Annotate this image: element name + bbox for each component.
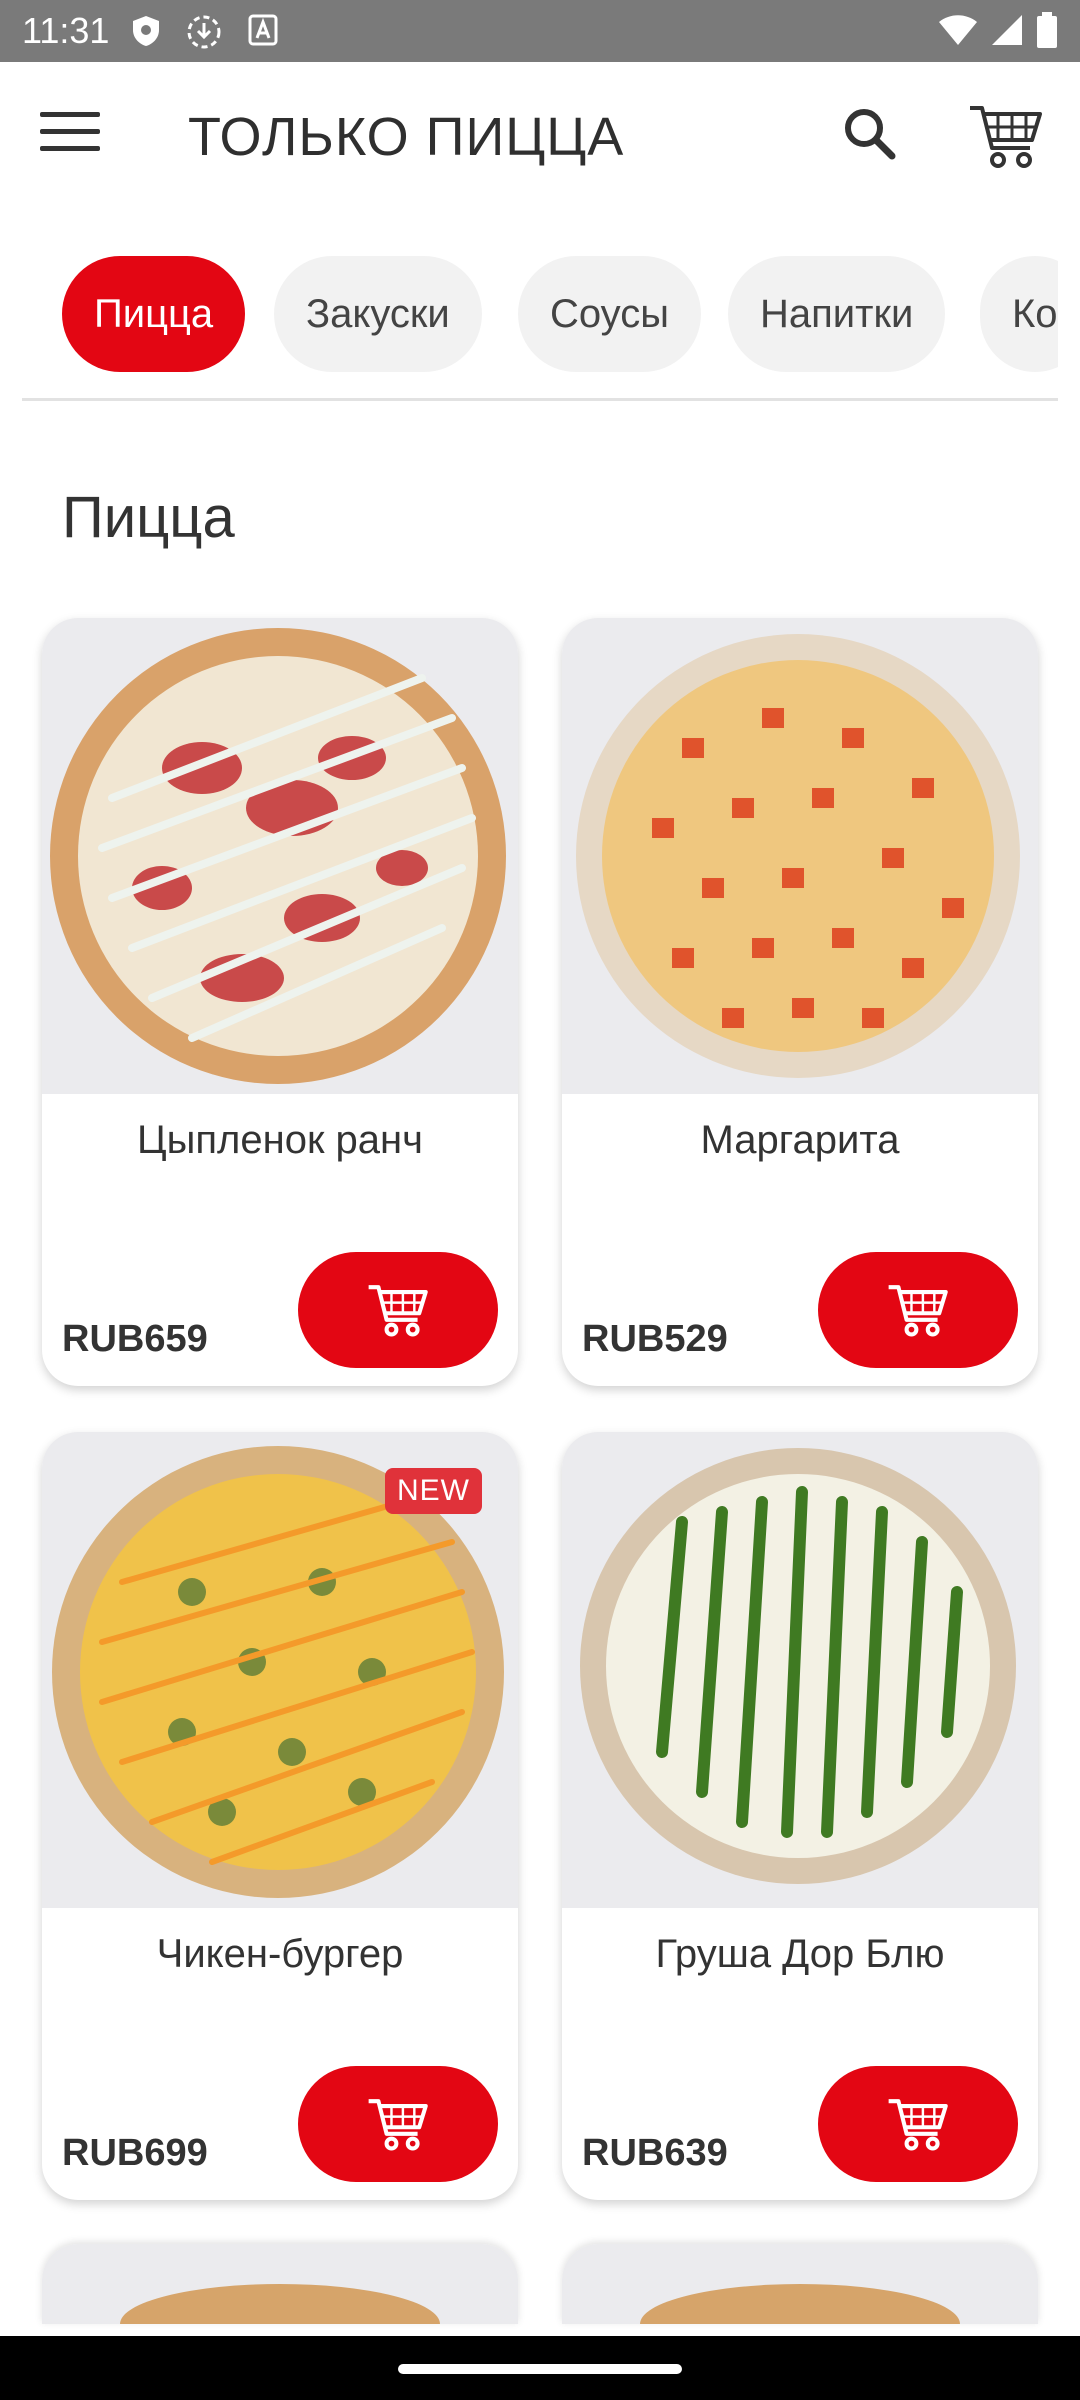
add-to-cart-button[interactable]: [818, 2066, 1018, 2182]
cart-icon: [368, 1285, 428, 1337]
section-title: Пицца: [62, 485, 235, 550]
add-to-cart-button[interactable]: [298, 2066, 498, 2182]
product-card[interactable]: [42, 2244, 518, 2324]
new-badge: NEW: [385, 1468, 482, 1514]
app-bar: ТОЛЬКО ПИЦЦА: [0, 62, 1080, 210]
app-title: ТОЛЬКО ПИЦЦА: [188, 107, 625, 167]
cart-icon: [368, 2099, 428, 2151]
navigation-bar: [0, 2336, 1080, 2400]
divider: [22, 398, 1058, 401]
product-price: RUB659: [62, 1318, 208, 1360]
tab-drinks[interactable]: Напитки: [728, 256, 946, 372]
add-to-cart-button[interactable]: [818, 1252, 1018, 1368]
tab-pizza[interactable]: Пицца: [62, 256, 246, 372]
product-card[interactable]: Цыпленок ранч RUB659: [42, 618, 518, 1386]
menu-icon[interactable]: [40, 112, 100, 160]
category-tabs: Пицца Закуски Соусы Напитки Ко: [22, 254, 1058, 374]
home-handle[interactable]: [398, 2364, 682, 2374]
battery-icon: [1036, 12, 1058, 53]
product-name: Чикен-бургер: [156, 1932, 404, 1976]
product-name: Маргарита: [700, 1118, 900, 1162]
shield-icon: [130, 14, 162, 53]
product-card[interactable]: NEW Чикен-бургер RUB699: [42, 1432, 518, 2200]
status-time: 11:31: [22, 10, 110, 51]
cart-icon[interactable]: [968, 102, 1044, 170]
signal-icon: [990, 13, 1024, 52]
product-price: RUB639: [582, 2132, 728, 2174]
product-name: Цыпленок ранч: [137, 1118, 423, 1162]
add-to-cart-button[interactable]: [298, 1252, 498, 1368]
product-image: [562, 2244, 1038, 2324]
tab-snacks[interactable]: Закуски: [274, 256, 482, 372]
search-icon[interactable]: [838, 102, 902, 166]
wifi-icon: [938, 13, 978, 52]
product-card[interactable]: [562, 2244, 1038, 2324]
product-image: [562, 618, 1038, 1094]
product-card[interactable]: Маргарита RUB529: [562, 618, 1038, 1386]
font-icon: [248, 14, 278, 51]
product-price: RUB699: [62, 2132, 208, 2174]
tab-sauces[interactable]: Соусы: [518, 256, 701, 372]
tab-more[interactable]: Ко: [980, 256, 1058, 372]
cart-icon: [888, 1285, 948, 1337]
product-name: Груша Дор Блю: [655, 1932, 945, 1976]
product-card[interactable]: Груша Дор Блю RUB639: [562, 1432, 1038, 2200]
product-image: [42, 2244, 518, 2324]
cart-icon: [888, 2099, 948, 2151]
product-image: [562, 1432, 1038, 1908]
product-price: RUB529: [582, 1318, 728, 1360]
download-icon: [186, 14, 222, 55]
status-bar: 11:31: [0, 0, 1080, 62]
product-image: [42, 618, 518, 1094]
